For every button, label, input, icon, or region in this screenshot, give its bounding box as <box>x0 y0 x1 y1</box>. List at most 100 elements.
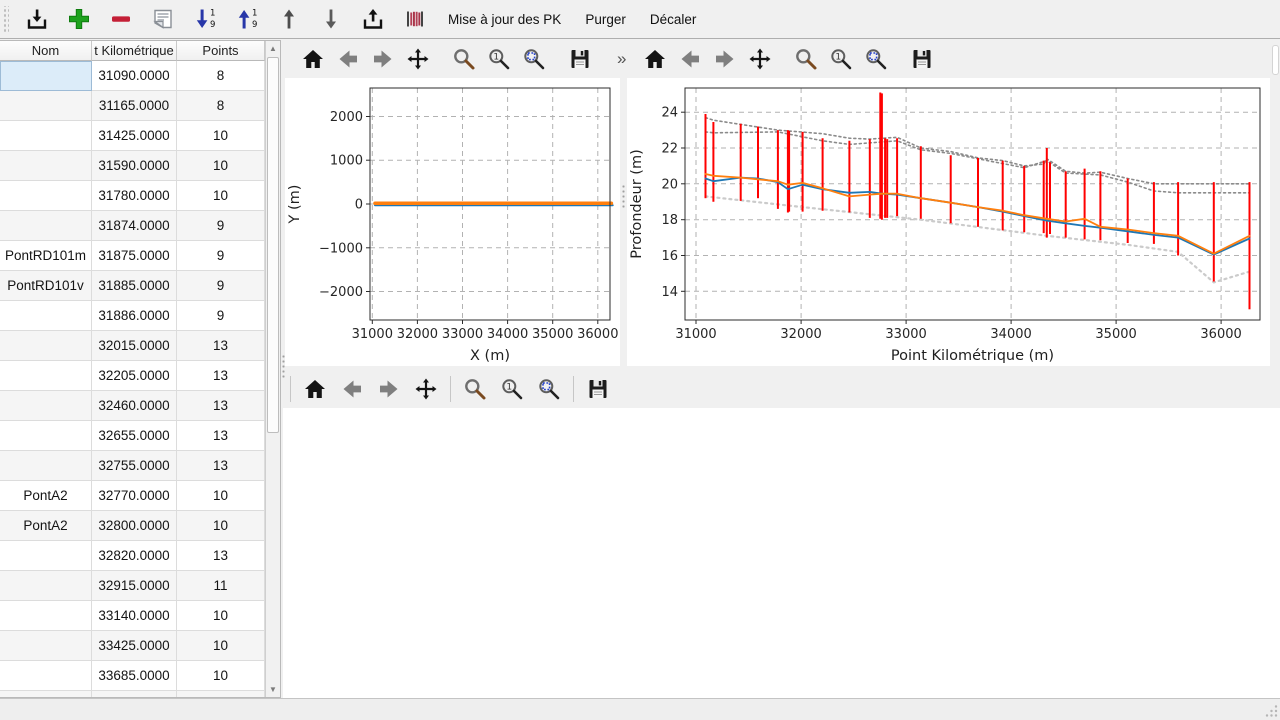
save-button[interactable] <box>585 376 611 402</box>
remove-button[interactable] <box>105 3 137 35</box>
pan-button[interactable] <box>406 46 430 72</box>
cell-points[interactable]: 10 <box>177 181 265 211</box>
cell-point-kilometrique[interactable]: 32205.0000 <box>92 361 177 391</box>
table-row[interactable]: 31425.000010 <box>0 121 265 151</box>
plots-scrollbar[interactable] <box>1271 42 1280 366</box>
cell-point-kilometrique[interactable]: 33140.0000 <box>92 601 177 631</box>
home-button[interactable] <box>301 46 325 72</box>
cell-nom[interactable] <box>0 61 92 91</box>
cell-points[interactable]: 10 <box>177 661 265 691</box>
table-scrollbar[interactable]: ▲ ▼ <box>265 41 280 697</box>
profile-plot[interactable]: 3100032000330003400035000360001416182022… <box>627 78 1270 366</box>
table-row[interactable]: 32015.000013 <box>0 331 265 361</box>
cell-point-kilometrique[interactable]: 31885.0000 <box>92 271 177 301</box>
cell-nom[interactable] <box>0 421 92 451</box>
table-row[interactable]: 31886.00009 <box>0 301 265 331</box>
cell-nom[interactable] <box>0 151 92 181</box>
cell-nom[interactable] <box>0 361 92 391</box>
zoom-region-button[interactable] <box>864 46 888 72</box>
cell-nom[interactable] <box>0 571 92 601</box>
shift-button[interactable]: Décaler <box>643 7 704 32</box>
cell-point-kilometrique[interactable]: 31590.0000 <box>92 151 177 181</box>
table-row[interactable]: 33425.000010 <box>0 631 265 661</box>
cell-points[interactable]: 10 <box>177 121 265 151</box>
cell-point-kilometrique[interactable]: 32915.0000 <box>92 571 177 601</box>
table-row[interactable]: PontRD101v31885.00009 <box>0 271 265 301</box>
cell-nom[interactable] <box>0 211 92 241</box>
save-button[interactable] <box>910 46 934 72</box>
scrollbar-thumb[interactable] <box>267 57 279 433</box>
table-row[interactable]: 32460.000013 <box>0 391 265 421</box>
cell-point-kilometrique[interactable]: 33685.0000 <box>92 661 177 691</box>
back-button[interactable] <box>678 46 702 72</box>
update-pk-button[interactable]: Mise à jour des PK <box>441 7 568 32</box>
cell-point-kilometrique[interactable]: 31425.0000 <box>92 121 177 151</box>
table-row[interactable]: PontRD101m31875.00009 <box>0 241 265 271</box>
zoom-region-button[interactable] <box>536 376 562 402</box>
cell-point-kilometrique[interactable]: 32800.0000 <box>92 511 177 541</box>
cell-points[interactable]: 13 <box>177 331 265 361</box>
cell-nom[interactable] <box>0 331 92 361</box>
table-row[interactable]: 32820.000013 <box>0 541 265 571</box>
table-row[interactable]: 31090.00008 <box>0 61 265 91</box>
cell-point-kilometrique[interactable]: 33425.0000 <box>92 631 177 661</box>
plots-scrollbar-thumb[interactable] <box>1272 45 1279 75</box>
scroll-up-button[interactable]: ▲ <box>266 41 280 56</box>
cell-nom[interactable] <box>0 541 92 571</box>
bottom-plot-canvas[interactable] <box>283 408 1280 698</box>
cell-point-kilometrique[interactable]: 32460.0000 <box>92 391 177 421</box>
profiles-button[interactable] <box>399 3 431 35</box>
size-grip[interactable] <box>1264 704 1278 718</box>
column-header-nom[interactable]: Nom <box>0 41 92 61</box>
zoom-one-button[interactable]: 1 <box>829 46 853 72</box>
cell-point-kilometrique[interactable]: 32755.0000 <box>92 451 177 481</box>
cell-nom[interactable] <box>0 181 92 211</box>
back-button[interactable] <box>339 376 365 402</box>
table-row[interactable]: 33140.000010 <box>0 601 265 631</box>
cell-points[interactable]: 9 <box>177 301 265 331</box>
cell-points[interactable]: 10 <box>177 481 265 511</box>
table-row[interactable]: 33685.000010 <box>0 661 265 691</box>
import-button[interactable] <box>21 3 53 35</box>
cell-points[interactable]: 11 <box>177 571 265 601</box>
column-header-point-kilometrique[interactable]: t Kilométrique <box>92 41 177 61</box>
cell-nom[interactable] <box>0 301 92 331</box>
cell-points[interactable]: 10 <box>177 151 265 181</box>
zoom-one-button[interactable]: 1 <box>499 376 525 402</box>
cell-nom[interactable]: PontA2 <box>0 511 92 541</box>
cell-point-kilometrique[interactable]: 32770.0000 <box>92 481 177 511</box>
table-row[interactable]: 32655.000013 <box>0 421 265 451</box>
zoom-region-button[interactable] <box>522 46 546 72</box>
export-button[interactable] <box>357 3 389 35</box>
table-row[interactable]: 31874.00009 <box>0 211 265 241</box>
cell-points[interactable]: 13 <box>177 421 265 451</box>
cell-points[interactable]: 10 <box>177 631 265 661</box>
cell-points[interactable]: 13 <box>177 391 265 421</box>
cell-nom[interactable] <box>0 121 92 151</box>
zoom-one-button[interactable]: 1 <box>487 46 511 72</box>
cell-nom[interactable] <box>0 631 92 661</box>
save-button[interactable] <box>568 46 592 72</box>
move-up-button[interactable] <box>273 3 305 35</box>
cell-points[interactable]: 8 <box>177 91 265 121</box>
cell-points[interactable]: 13 <box>177 361 265 391</box>
zoom-button[interactable] <box>452 46 476 72</box>
cell-points[interactable]: 8 <box>177 61 265 91</box>
sort-descending-button[interactable]: 1 9 <box>189 3 221 35</box>
table-row[interactable]: 31165.00008 <box>0 91 265 121</box>
back-button[interactable] <box>336 46 360 72</box>
table-row[interactable]: 31780.000010 <box>0 181 265 211</box>
column-header-points[interactable]: Points <box>177 41 265 61</box>
cell-point-kilometrique[interactable]: 31165.0000 <box>92 91 177 121</box>
cell-points[interactable]: 13 <box>177 451 265 481</box>
forward-button[interactable] <box>713 46 737 72</box>
cell-points[interactable]: 13 <box>177 541 265 571</box>
cell-points[interactable]: 10 <box>177 601 265 631</box>
home-button[interactable] <box>302 376 328 402</box>
sort-ascending-button[interactable]: 1 9 <box>231 3 263 35</box>
toolbar-drag-handle[interactable] <box>2 6 9 32</box>
scroll-down-button[interactable]: ▼ <box>266 682 280 697</box>
table-row[interactable]: PontA232770.000010 <box>0 481 265 511</box>
cell-points[interactable] <box>177 691 265 698</box>
cell-nom[interactable] <box>0 691 92 698</box>
